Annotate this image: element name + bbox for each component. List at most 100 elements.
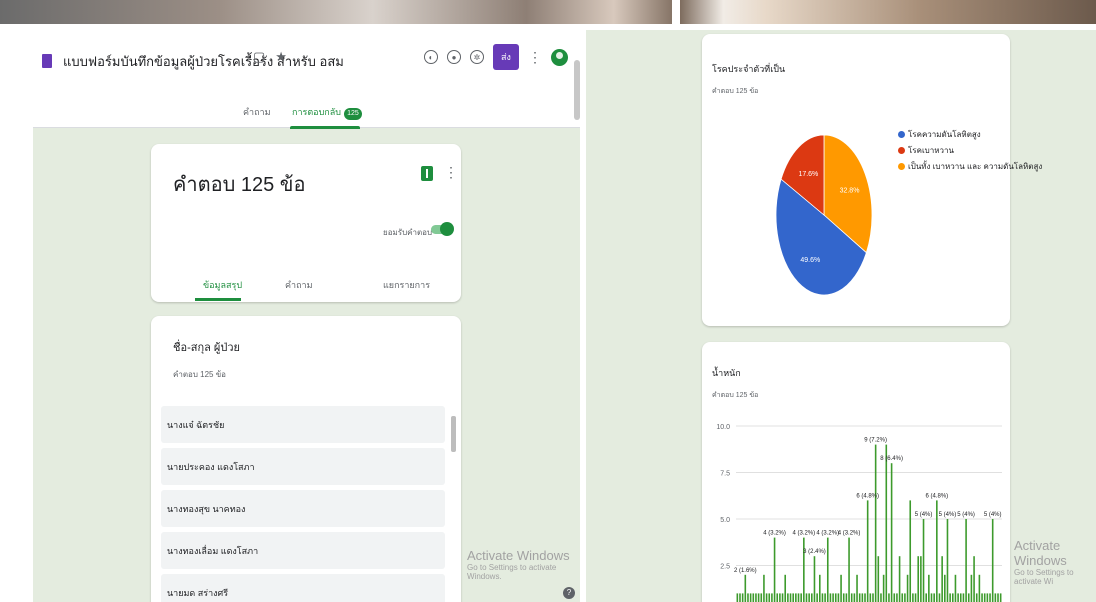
bar	[922, 519, 925, 602]
bar	[970, 574, 973, 602]
bar	[866, 500, 869, 602]
palette-icon[interactable]: ◐	[424, 50, 438, 64]
bar-data-label: 5 (4%)	[984, 512, 1002, 518]
bar	[901, 593, 904, 602]
bar	[999, 593, 1002, 602]
bar	[978, 574, 981, 602]
bar	[834, 593, 837, 602]
bar	[771, 593, 773, 602]
bar	[880, 593, 882, 602]
bar	[912, 593, 914, 602]
bar-data-label: 6 (4.8%)	[856, 493, 879, 499]
y-tick-label: 2.5	[720, 564, 730, 571]
bar	[917, 556, 920, 602]
bar	[808, 593, 810, 602]
form-title[interactable]: แบบฟอร์มบันทึกข้อมูลผู้ป่วยโรคเรื้อรัง ส…	[63, 51, 344, 72]
bar	[944, 574, 946, 602]
legend-label: โรคเบาหวาน	[908, 146, 954, 155]
bar	[797, 593, 800, 602]
send-button[interactable]: ส่ง	[493, 44, 519, 70]
bar	[928, 574, 930, 602]
tab-summary[interactable]: ข้อมูลสรุป	[203, 278, 242, 292]
bar	[829, 593, 832, 602]
bar	[744, 574, 747, 602]
answers-scrollbar[interactable]	[451, 416, 456, 452]
bar	[832, 593, 834, 602]
bar	[896, 593, 898, 602]
bar	[837, 593, 840, 602]
editor-tabs: คำถาม การตอบกลับ 125	[33, 102, 580, 129]
bar	[763, 574, 765, 602]
forms-editor-panel: แบบฟอร์มบันทึกข้อมูลผู้ป่วยโรคเรื้อรัง ส…	[33, 24, 580, 602]
bar	[967, 593, 970, 602]
bar	[981, 593, 983, 602]
bar	[752, 593, 755, 602]
accepting-responses-label: ยอมรับคำตอบ	[383, 228, 433, 237]
responses-charts-panel: โรคประจำตัวที่เป็น คำตอบ 125 ข้อ 32.8% 49…	[586, 30, 1096, 602]
bar	[787, 593, 789, 602]
bar	[749, 593, 752, 602]
bar	[973, 556, 975, 602]
bar	[941, 556, 943, 602]
tab-individual[interactable]: แยกรายการ	[383, 278, 430, 292]
more-vert-icon[interactable]: ⋮	[528, 49, 542, 66]
sheets-icon[interactable]	[421, 166, 433, 181]
bar	[861, 593, 864, 602]
tab-question[interactable]: คำถาม	[285, 278, 313, 292]
response-count-heading: คำตอบ 125 ข้อ	[173, 174, 306, 196]
star-icon[interactable]: ★	[275, 49, 287, 64]
bar-question-title: น้ำหนัก	[712, 368, 741, 378]
bar	[824, 593, 826, 602]
forms-icon[interactable]	[42, 54, 52, 68]
toolbar-actions: ◐ ● ✲ ส่ง ⋮	[424, 44, 568, 70]
more-options-icon[interactable]: ⋮	[444, 164, 458, 181]
bar	[893, 593, 896, 602]
activate-windows-watermark: Activate Windows Go to Settings to activ…	[467, 548, 580, 581]
bar	[909, 500, 912, 602]
bar-data-label: 4 (3.2%)	[838, 531, 861, 537]
y-tick-label: 5.0	[720, 517, 730, 524]
legend-dot-orange	[898, 163, 905, 170]
pie-question-count: คำตอบ 125 ข้อ	[712, 88, 759, 95]
bar	[800, 593, 802, 602]
bar	[781, 593, 784, 602]
bar	[991, 519, 994, 602]
bar-data-label: 5 (4%)	[957, 512, 975, 518]
bar	[959, 593, 962, 602]
tab-questions[interactable]: คำถาม	[243, 105, 271, 119]
list-item: นายมด สร่างศรี	[161, 574, 445, 602]
bar	[805, 593, 808, 602]
list-item: นางแจ๋ ฉัตรชัย	[161, 406, 445, 443]
help-icon[interactable]: ?	[563, 587, 575, 599]
bar	[888, 593, 890, 602]
list-item: นางทองเลื่อม แดงโสภา	[161, 532, 445, 569]
tab-responses[interactable]: การตอบกลับ 125	[292, 105, 362, 120]
accepting-responses-toggle[interactable]	[431, 222, 454, 236]
weight-question-card: น้ำหนัก คำตอบ 125 ข้อ 10.0 7.5 5.0 2.5 2 (1.…	[702, 342, 1010, 602]
bar	[757, 593, 760, 602]
bar	[936, 500, 938, 602]
answers-list: นางแจ๋ ฉัตรชัย นายประคอง แดงโสภา นางทองส…	[161, 406, 445, 602]
bar	[938, 593, 941, 602]
responses-count-badge: 125	[343, 108, 362, 120]
bar	[989, 593, 991, 602]
account-avatar[interactable]	[551, 48, 568, 66]
legend-dot-blue	[898, 131, 905, 138]
bar	[850, 593, 853, 602]
pie-chart: 32.8% 49.6% 17.6%	[775, 134, 873, 296]
settings-gear-icon[interactable]: ✲	[470, 50, 484, 64]
bar-data-label: 4 (3.2%)	[763, 531, 786, 537]
bar	[898, 556, 901, 602]
bar	[954, 574, 957, 602]
preview-eye-icon[interactable]: ●	[447, 50, 461, 64]
folder-icon[interactable]: ▢	[253, 49, 265, 64]
bar	[821, 593, 824, 602]
bar	[983, 593, 986, 602]
legend-dot-red	[898, 147, 905, 154]
list-item: นางทองสุข นาคทอง	[161, 490, 445, 527]
sub-tab-indicator	[195, 298, 241, 301]
disease-question-card: โรคประจำตัวที่เป็น คำตอบ 125 ข้อ 32.8% 49…	[702, 34, 1042, 326]
bar	[869, 593, 872, 602]
bar-data-label: 8 (6.4%)	[880, 456, 903, 462]
bar	[784, 574, 787, 602]
